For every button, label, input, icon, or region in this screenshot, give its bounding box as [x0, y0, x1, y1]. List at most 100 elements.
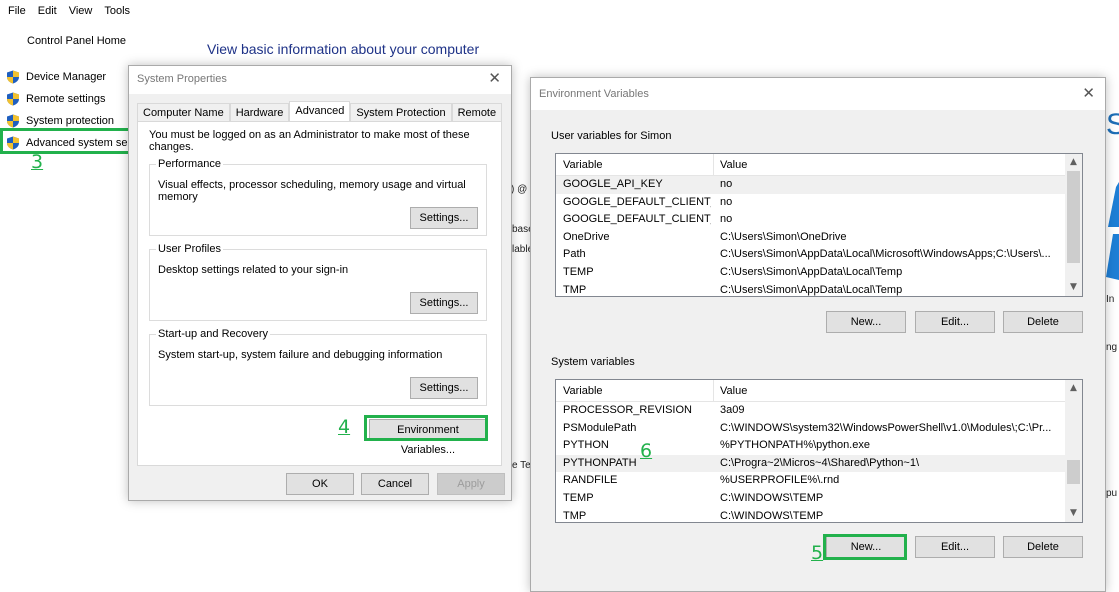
performance-settings-button[interactable]: Settings... — [410, 207, 478, 229]
table-row[interactable]: PYTHON %PYTHONPATH%\python.exe — [556, 437, 1082, 455]
background-text: ) @ — [511, 184, 528, 195]
dialog-title: System Properties — [137, 73, 227, 85]
scroll-thumb[interactable] — [1067, 460, 1080, 484]
table-row[interactable]: OneDrive C:\Users\Simon\OneDrive — [556, 229, 1082, 247]
user-variables-list: Variable Value GOOGLE_API_KEY no GOOGLE_DE… — [555, 153, 1083, 297]
background-text: In — [1106, 294, 1115, 305]
variable-value: no — [720, 213, 733, 226]
system-variables-list: Variable Value PROCESSOR_REVISION 3a09 PSM… — [555, 379, 1083, 523]
group-description: Desktop settings related to your sign-in — [158, 264, 349, 276]
user-edit-button[interactable]: Edit... — [915, 311, 995, 333]
environment-variables-titlebar: Environment Variables ✕ — [531, 78, 1105, 110]
variable-value: C:\Users\Simon\OneDrive — [720, 230, 847, 243]
table-row[interactable]: TEMP C:\Users\Simon\AppData\Local\Temp — [556, 264, 1082, 282]
table-row[interactable]: TMP C:\WINDOWS\TEMP — [556, 508, 1082, 522]
menu-edit[interactable]: Edit — [38, 0, 69, 22]
system-edit-button[interactable]: Edit... — [915, 536, 995, 558]
close-icon[interactable]: ✕ — [488, 69, 501, 87]
apply-button[interactable]: Apply — [437, 473, 505, 495]
shield-icon — [7, 92, 19, 106]
system-list-scrollbar[interactable]: ▲ ▼ — [1065, 380, 1082, 522]
variable-value: C:\Progra~2\Micros~4\Shared\Python~1\ — [720, 456, 920, 469]
highlight-advanced-system-settings — [0, 128, 131, 154]
tab-strip: Computer Name Hardware Advanced System P… — [137, 101, 503, 121]
scroll-down-icon[interactable]: ▼ — [1065, 279, 1082, 296]
menu-tools[interactable]: Tools — [104, 0, 142, 22]
nav-label: Remote settings — [26, 93, 106, 105]
group-title: Start-up and Recovery — [156, 328, 271, 340]
dialog-title: Environment Variables — [539, 88, 649, 100]
table-row[interactable]: TMP C:\Users\Simon\AppData\Local\Temp — [556, 282, 1082, 296]
system-delete-button[interactable]: Delete — [1003, 536, 1083, 558]
tab-hardware[interactable]: Hardware — [229, 103, 290, 121]
variable-value: no — [720, 195, 733, 208]
variable-value: C:\WINDOWS\TEMP — [720, 491, 824, 504]
nav-device-manager[interactable]: Device Manager — [5, 66, 131, 88]
cancel-button[interactable]: Cancel — [361, 473, 429, 495]
variable-name: TEMP — [563, 491, 594, 504]
column-variable[interactable]: Variable — [563, 385, 603, 397]
startup-recovery-settings-button[interactable]: Settings... — [410, 377, 478, 399]
table-row[interactable]: Path C:\Users\Simon\AppData\Local\Microso… — [556, 246, 1082, 264]
scroll-thumb[interactable] — [1067, 171, 1080, 263]
shield-icon — [7, 114, 19, 128]
variable-name: PYTHONPATH — [563, 456, 637, 469]
user-variables-label: User variables for Simon — [551, 130, 672, 142]
variable-name: Path — [563, 248, 586, 261]
variable-value: C:\Users\Simon\AppData\Local\Microsoft\W… — [720, 248, 1051, 261]
ok-button[interactable]: OK — [286, 473, 354, 495]
variable-name: GOOGLE_DEFAULT_CLIENT_ID — [563, 195, 711, 208]
user-profiles-settings-button[interactable]: Settings... — [410, 292, 478, 314]
variable-value: %USERPROFILE%\.rnd — [720, 474, 840, 487]
variable-name: PYTHON — [563, 439, 609, 452]
user-delete-button[interactable]: Delete — [1003, 311, 1083, 333]
tab-remote[interactable]: Remote — [451, 103, 503, 121]
table-row[interactable]: PSModulePath C:\WINDOWS\system32\WindowsP… — [556, 420, 1082, 438]
table-row[interactable]: GOOGLE_DEFAULT_CLIENT_ID no — [556, 194, 1082, 212]
menu-file[interactable]: File — [8, 0, 38, 22]
close-icon[interactable]: ✕ — [1082, 84, 1095, 102]
variable-name: GOOGLE_DEFAULT_CLIENT_... — [563, 213, 711, 226]
windows-logo-fragment — [1106, 182, 1119, 280]
nav-label: System protection — [26, 115, 115, 127]
background-text: e Te — [512, 460, 531, 471]
menu-view[interactable]: View — [69, 0, 105, 22]
table-row[interactable]: RANDFILE %USERPROFILE%\.rnd — [556, 472, 1082, 490]
step-5-marker: 5 — [811, 542, 824, 564]
table-row[interactable]: TEMP C:\WINDOWS\TEMP — [556, 490, 1082, 508]
variable-value: C:\WINDOWS\system32\WindowsPowerShell\v1… — [720, 421, 1052, 434]
tab-computer-name[interactable]: Computer Name — [137, 103, 230, 121]
group-title: User Profiles — [156, 243, 223, 255]
nav-remote-settings[interactable]: Remote settings — [5, 88, 131, 110]
column-value[interactable]: Value — [720, 159, 747, 171]
variable-value: no — [720, 178, 733, 190]
scroll-down-icon[interactable]: ▼ — [1065, 505, 1082, 522]
user-list-scrollbar[interactable]: ▲ ▼ — [1065, 154, 1082, 296]
user-profiles-group: User Profiles Desktop settings related t… — [149, 243, 487, 321]
variable-name: TMP — [563, 283, 587, 296]
tab-system-protection[interactable]: System Protection — [350, 103, 452, 121]
system-variables-label: System variables — [551, 356, 635, 368]
highlight-system-new-button — [823, 534, 907, 560]
scroll-up-icon[interactable]: ▲ — [1065, 154, 1082, 171]
environment-variables-dialog: Environment Variables ✕ User variables f… — [530, 77, 1106, 592]
startup-recovery-group: Start-up and Recovery System start-up, s… — [149, 328, 487, 406]
column-value[interactable]: Value — [720, 385, 747, 397]
variable-name: TMP — [563, 509, 587, 522]
column-variable[interactable]: Variable — [563, 159, 603, 171]
user-new-button[interactable]: New... — [826, 311, 906, 333]
scroll-up-icon[interactable]: ▲ — [1065, 380, 1082, 397]
shield-icon — [7, 70, 19, 84]
tab-advanced[interactable]: Advanced — [289, 101, 351, 121]
table-row[interactable]: GOOGLE_API_KEY no — [556, 176, 1082, 194]
group-description: Visual effects, processor scheduling, me… — [158, 179, 466, 203]
user-variables-rows: GOOGLE_API_KEYnoGOOGLE_DEFAULT_CLIENT_ID… — [556, 176, 1082, 296]
variable-value: C:\Users\Simon\AppData\Local\Temp — [720, 283, 903, 296]
control-panel-home-link[interactable]: Control Panel Home — [27, 35, 126, 47]
system-properties-titlebar: System Properties ✕ — [129, 66, 511, 94]
table-row[interactable]: PYTHONPATH C:\Progra~2\Micros~4\Shared\Py… — [556, 454, 1082, 473]
variable-name: OneDrive — [563, 230, 610, 243]
table-row[interactable]: PROCESSOR_REVISION 3a09 — [556, 402, 1082, 420]
table-row[interactable]: GOOGLE_DEFAULT_CLIENT_... no — [556, 211, 1082, 229]
variable-name: RANDFILE — [563, 474, 618, 487]
